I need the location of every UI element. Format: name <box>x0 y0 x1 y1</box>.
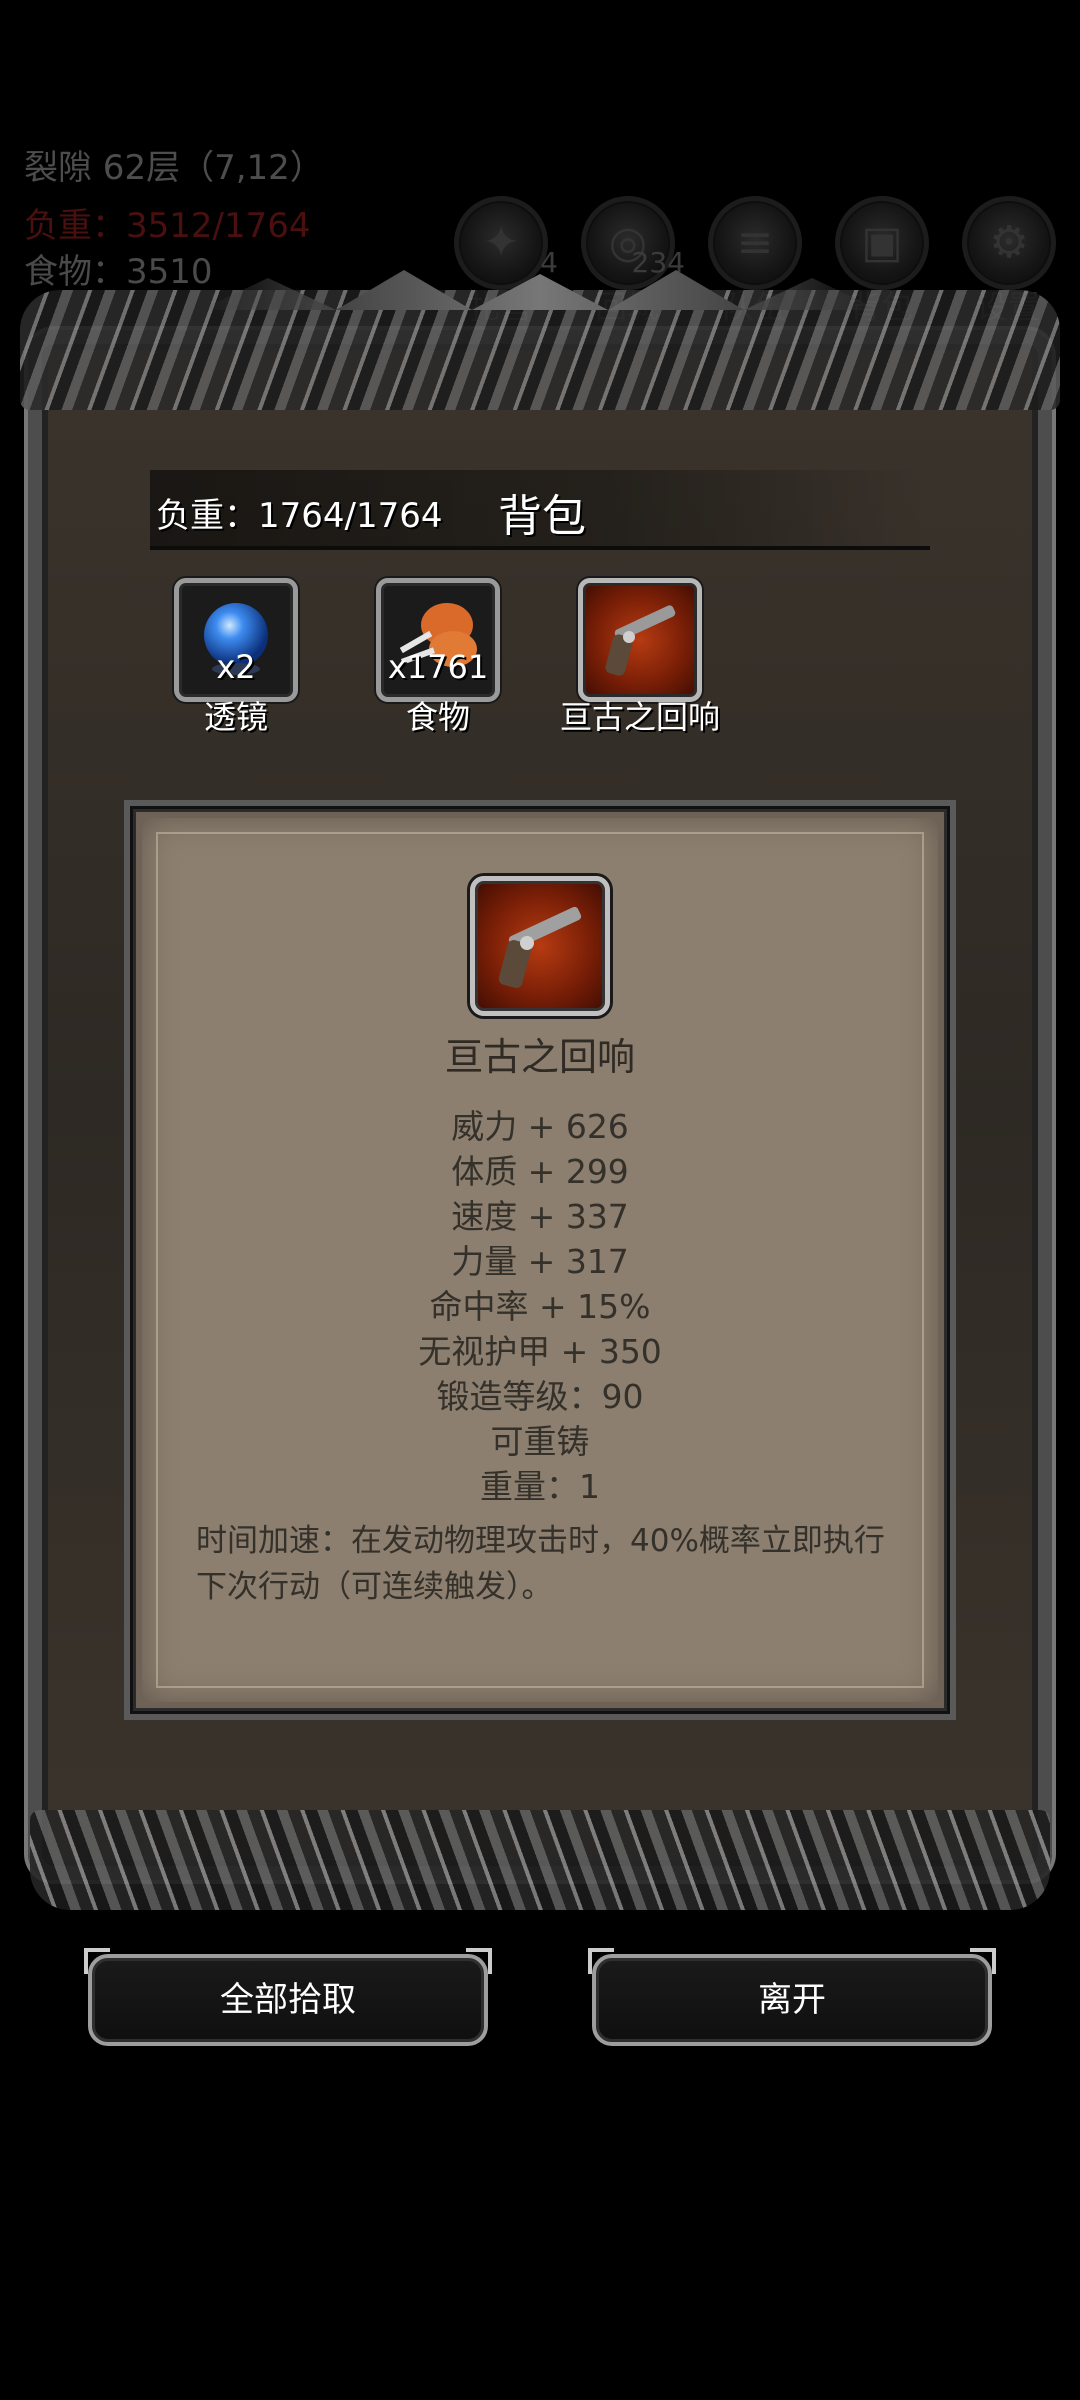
selected-item-icon <box>470 876 610 1016</box>
campfire-icon: ✦ <box>482 217 520 268</box>
frame-ornament-bottom <box>30 1810 1050 1910</box>
item-qty: x1761 <box>387 648 489 686</box>
item-slot-lens[interactable]: x2 透镜 <box>174 578 298 736</box>
item-stats: 威力 + 626 体质 + 299 速度 + 337 力量 + 317 命中率 … <box>136 1104 944 1509</box>
carry-weight-text: 负重：3512/1764 <box>24 206 311 246</box>
stat-line: 力量 + 317 <box>451 1242 629 1281</box>
stat-line: 体质 + 299 <box>451 1152 629 1191</box>
game-screen: 裂隙 62层（7,12） 负重：3512/1764 食物：3510 ✦ 4 扎营… <box>0 0 1080 2400</box>
stat-line: 威力 + 626 <box>451 1107 629 1146</box>
pistol-icon <box>498 906 582 988</box>
stat-line: 命中率 + 15% <box>429 1287 651 1326</box>
leave-button[interactable]: 离开 <box>588 1948 996 2046</box>
backpack-title: 背包 <box>498 491 586 542</box>
banner-icon: ≡ <box>736 217 774 268</box>
food-count-text: 食物：3510 <box>24 252 213 292</box>
item-slot-weapon[interactable]: 亘古之回响 <box>560 578 720 736</box>
item-name: 亘古之回响 <box>559 698 720 736</box>
item-effect-description: 时间加速：在发动物理攻击时，40%概率立即执行下次行动（可连续触发）。 <box>196 1523 885 1605</box>
item-slot-food[interactable]: x1761 食物 <box>376 578 500 736</box>
stat-line: 无视护甲 + 350 <box>418 1332 662 1371</box>
stat-line: 锻造等级：90 <box>436 1377 644 1416</box>
selected-item-name: 亘古之回响 <box>444 1035 635 1079</box>
backpack-capacity: 负重：1764/1764 <box>156 496 443 536</box>
backpack-header: 负重：1764/1764 背包 <box>150 470 930 550</box>
item-qty: x2 <box>216 648 256 686</box>
camp-count: 4 <box>540 246 558 279</box>
gear-icon: ⚙ <box>989 217 1029 268</box>
location-text: 裂隙 62层（7,12） <box>24 148 324 188</box>
pick-up-all-button[interactable]: 全部拾取 <box>84 1948 492 2046</box>
stat-line: 可重铸 <box>490 1422 590 1461</box>
backpack-icon: ▣ <box>861 217 903 268</box>
pistol-icon <box>605 605 676 676</box>
stat-line: 速度 + 337 <box>451 1197 629 1236</box>
stat-line: 重量：1 <box>480 1467 600 1506</box>
